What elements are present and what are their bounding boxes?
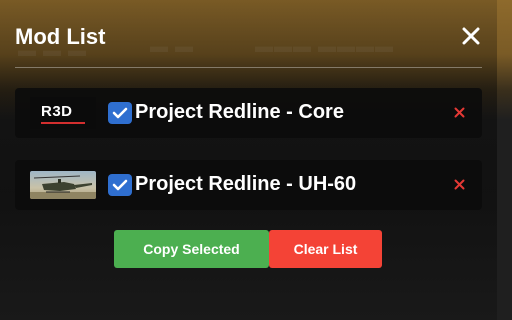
mod-row: R3D Project Redline - Core [15, 88, 482, 138]
helicopter-image [30, 171, 96, 199]
remove-mod-button[interactable] [452, 177, 466, 191]
clear-list-button[interactable]: Clear List [269, 230, 382, 268]
checkmark-icon [112, 107, 128, 119]
mod-checkbox[interactable] [108, 102, 132, 124]
title-divider [15, 67, 482, 68]
mod-list-panel: Mod List R3D Project Redline - Core Proj… [0, 0, 497, 320]
r3d-logo-underline [41, 122, 85, 124]
mod-name: Project Redline - Core [135, 101, 344, 123]
panel-title: Mod List [15, 24, 106, 49]
mod-row: Project Redline - UH-60 [15, 160, 482, 210]
remove-icon [454, 179, 464, 189]
mod-checkbox[interactable] [108, 174, 132, 196]
copy-selected-button[interactable]: Copy Selected [114, 230, 269, 268]
mod-thumbnail-r3d-logo: R3D [30, 97, 96, 129]
checkmark-icon [112, 179, 128, 191]
remove-icon [454, 107, 464, 117]
close-icon [462, 27, 480, 45]
close-button[interactable] [460, 25, 482, 47]
mod-thumbnail-helicopter [30, 171, 96, 199]
remove-mod-button[interactable] [452, 105, 466, 119]
r3d-logo-text: R3D [41, 103, 73, 120]
mod-name: Project Redline - UH-60 [135, 173, 357, 195]
